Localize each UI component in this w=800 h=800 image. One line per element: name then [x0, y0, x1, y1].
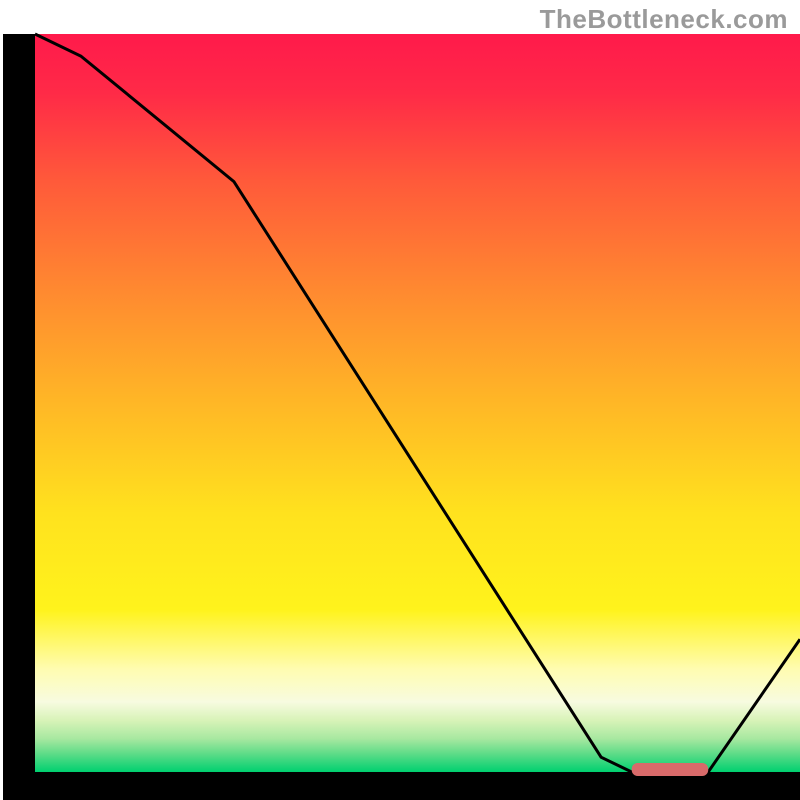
plot-background [35, 34, 800, 772]
watermark-text: TheBottleneck.com [540, 4, 788, 35]
optimum-marker [632, 763, 709, 776]
bottleneck-chart [0, 0, 800, 800]
chart-container: TheBottleneck.com [0, 0, 800, 800]
